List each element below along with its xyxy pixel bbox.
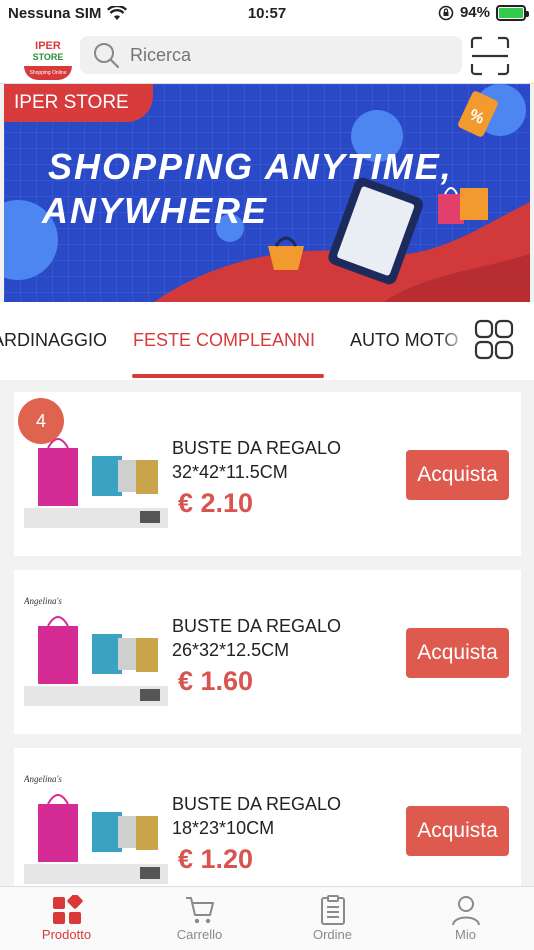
product-image: Angelina's [24, 590, 168, 706]
product-image-brand: Angelina's [24, 774, 62, 784]
nav-carrello[interactable]: Carrello [133, 887, 266, 950]
bottom-navigation: Prodotto Carrello Ordine Mio [0, 886, 534, 950]
nav-mio[interactable]: Mio [399, 887, 532, 950]
promo-banner[interactable]: % IPER STORE SHOPPING ANYTIME, ANYWHERE [4, 84, 530, 302]
nav-ordine[interactable]: Ordine [266, 887, 399, 950]
product-name: BUSTE DA REGALO 26*32*12.5CM [172, 616, 342, 660]
logo-line2: STORE [32, 52, 64, 62]
active-tab-indicator [132, 374, 324, 378]
person-icon [451, 896, 480, 925]
orientation-lock-icon [438, 5, 454, 20]
product-name: BUSTE DA REGALO 32*42*11.5CM [172, 438, 342, 482]
buy-button[interactable]: Acquista [406, 628, 509, 678]
clipboard-icon [320, 895, 345, 925]
banner-store-tag: IPER STORE [4, 84, 153, 122]
nav-label: Mio [455, 927, 476, 942]
product-card[interactable]: BUSTE DA REGALO 32*42*11.5CM € 2.10 Acqu… [14, 392, 521, 556]
status-right: 94% [438, 4, 529, 21]
product-price: € 2.10 [178, 488, 254, 518]
search-input[interactable] [130, 44, 430, 66]
buy-button[interactable]: Acquista [406, 450, 509, 500]
tabs-fade [440, 302, 468, 380]
cart-count-badge[interactable]: 4 [18, 398, 64, 444]
search-bar[interactable] [80, 36, 462, 74]
app-screen: Nessuna SIM 10:57 94% IPER STORE Shoppin… [0, 0, 534, 950]
store-logo[interactable]: IPER STORE Shopping Online [24, 40, 72, 80]
battery-percent: 94% [459, 4, 490, 21]
product-card[interactable]: Angelina's BUSTE DA REGALO 26*32*12.5CM … [14, 570, 521, 734]
search-icon [94, 43, 120, 69]
tab-feste-compleanni[interactable]: FESTE COMPLEANNI [133, 330, 315, 351]
nav-prodotto[interactable]: Prodotto [0, 887, 133, 950]
banner-headline-2: ANYWHERE [42, 190, 269, 231]
status-bar: Nessuna SIM 10:57 94% [0, 0, 534, 28]
logo-line1: IPER [35, 40, 61, 52]
category-tabs: ARDINAGGIO FESTE COMPLEANNI AUTO MOTO [0, 302, 534, 380]
cart-icon [185, 897, 214, 924]
product-price: € 1.20 [178, 844, 254, 874]
nav-label: Prodotto [41, 927, 92, 942]
nav-label: Carrello [176, 927, 223, 942]
product-name: BUSTE DA REGALO 18*23*10CM [172, 794, 342, 838]
grid-icon [52, 895, 83, 924]
logo-tagline: Shopping Online [24, 66, 72, 80]
battery-icon [496, 4, 529, 21]
banner-headline-1: SHOPPING ANYTIME, [48, 146, 453, 187]
tab-giardinaggio[interactable]: ARDINAGGIO [0, 330, 107, 351]
product-image-brand: Angelina's [24, 596, 62, 606]
buy-button[interactable]: Acquista [406, 806, 509, 856]
scan-icon[interactable] [470, 36, 510, 76]
product-card[interactable]: Angelina's BUSTE DA REGALO 18*23*10CM € … [14, 748, 521, 886]
top-header: IPER STORE Shopping Online [0, 28, 534, 84]
product-image: Angelina's [24, 768, 168, 884]
product-price: € 1.60 [178, 666, 254, 696]
product-list: BUSTE DA REGALO 32*42*11.5CM € 2.10 Acqu… [0, 380, 534, 886]
categories-grid-icon[interactable] [468, 318, 520, 366]
nav-label: Ordine [312, 927, 353, 942]
